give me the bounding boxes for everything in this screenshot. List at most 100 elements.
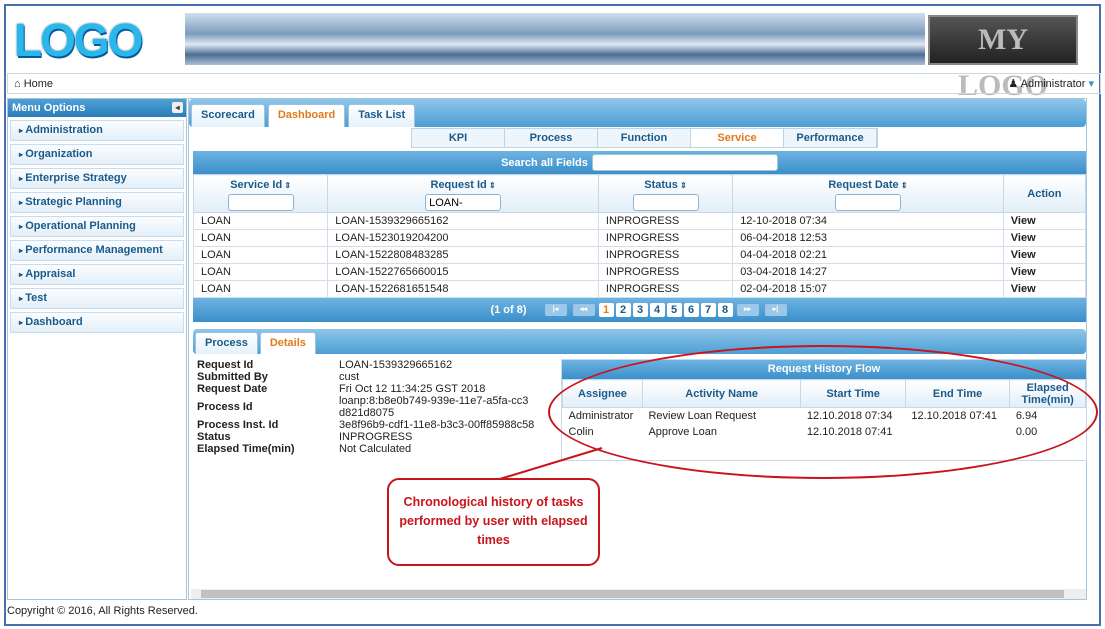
- table-row[interactable]: LOAN LOAN-1539329665162 INPROGRESS 12-10-20…: [192, 212, 1087, 230]
- sort-icon[interactable]: ⇕: [487, 181, 496, 190]
- sidebar-item-label: Administration: [25, 124, 103, 136]
- view-link[interactable]: View: [1002, 263, 1087, 281]
- filter-input-service_id[interactable]: [227, 194, 294, 211]
- column-label: Service Id: [230, 179, 283, 191]
- subtab-process[interactable]: Process: [505, 129, 598, 147]
- filter-input-status[interactable]: [632, 194, 699, 211]
- subtab-performance[interactable]: Performance: [784, 129, 877, 147]
- filter-input-request_date[interactable]: [834, 194, 901, 211]
- column-header-status[interactable]: Status ⇕: [597, 174, 734, 213]
- subtab-kpi[interactable]: KPI: [412, 129, 505, 147]
- page-button-4[interactable]: 4: [649, 303, 665, 317]
- sidebar-item-label: Enterprise Strategy: [25, 172, 127, 184]
- page-button-8[interactable]: 8: [717, 303, 733, 317]
- table-cell: LOAN: [192, 212, 329, 230]
- sidebar-item-label: Performance Management: [25, 244, 163, 256]
- table-cell: LOAN-1522681651548: [327, 280, 599, 298]
- table-cell: LOAN-1523019204200: [327, 229, 599, 247]
- next-page-button[interactable]: ▸▸: [736, 304, 759, 316]
- page-button-3[interactable]: 3: [632, 303, 648, 317]
- table-cell: INPROGRESS: [597, 280, 734, 298]
- table-cell: LOAN: [192, 280, 329, 298]
- sidebar-item-label: Organization: [25, 148, 93, 160]
- detail-value: LOAN-1539329665162: [339, 359, 453, 371]
- last-page-button[interactable]: ▸|: [764, 304, 787, 316]
- column-label: Action: [1027, 187, 1062, 200]
- request-grid: Search all Fields Service Id ⇕ Request Id…: [192, 151, 1087, 322]
- page-button-6[interactable]: 6: [683, 303, 699, 317]
- annotation-callout: Chronological history of tasks performed…: [387, 478, 600, 566]
- page-button-5[interactable]: 5: [666, 303, 682, 317]
- view-link[interactable]: View: [1002, 212, 1087, 230]
- tab-details[interactable]: Details: [259, 332, 316, 354]
- table-cell: 04-04-2018 02:21: [732, 246, 1004, 264]
- sidebar-item-appraisal[interactable]: ▸ Appraisal: [10, 264, 184, 285]
- column-header-action[interactable]: Action: [1002, 174, 1087, 213]
- sidebar-item-performance-management[interactable]: ▸ Performance Management: [10, 240, 184, 261]
- table-cell: INPROGRESS: [597, 263, 734, 281]
- page-button-2[interactable]: 2: [615, 303, 631, 317]
- table-cell: LOAN: [192, 263, 329, 281]
- tab-process[interactable]: Process: [195, 332, 258, 354]
- tab-dashboard[interactable]: Dashboard: [267, 104, 346, 127]
- user-icon: ♟: [1008, 78, 1021, 90]
- table-row[interactable]: LOAN LOAN-1522765660015 INPROGRESS 03-04-20…: [192, 263, 1087, 281]
- detail-tabs: Process Details: [193, 329, 1086, 354]
- main-panel: Scorecard Dashboard Task List KPI Process Fu…: [188, 98, 1087, 600]
- sidebar-item-label: Dashboard: [25, 316, 83, 328]
- first-page-button[interactable]: |◂: [544, 304, 567, 316]
- view-link[interactable]: View: [1002, 246, 1087, 264]
- view-link[interactable]: View: [1002, 229, 1087, 247]
- column-label: Request Date: [828, 179, 899, 191]
- sidebar-item-enterprise-strategy[interactable]: ▸ Enterprise Strategy: [10, 168, 184, 189]
- paginator: (1 of 8) |◂ ◂◂ 12345678 ▸▸ ▸|: [193, 298, 1086, 322]
- detail-row: Request Date Fri Oct 12 11:34:25 GST 2018: [197, 383, 547, 395]
- view-link[interactable]: View: [1002, 280, 1087, 298]
- sort-icon[interactable]: ⇕: [678, 181, 687, 190]
- collapse-icon[interactable]: ◂: [172, 102, 183, 113]
- page-button-7[interactable]: 7: [700, 303, 716, 317]
- table-cell: LOAN-1522808483285: [327, 246, 599, 264]
- table-cell: LOAN-1539329665162: [327, 212, 599, 230]
- table-cell: INPROGRESS: [597, 212, 734, 230]
- sidebar-item-label: Operational Planning: [25, 220, 136, 232]
- table-cell: 03-04-2018 14:27: [732, 263, 1004, 281]
- sidebar-item-organization[interactable]: ▸ Organization: [10, 144, 184, 165]
- prev-page-button[interactable]: ◂◂: [572, 304, 595, 316]
- detail-value: cust: [339, 371, 360, 383]
- page-button-1[interactable]: 1: [598, 303, 614, 317]
- column-header-request-id[interactable]: Request Id ⇕: [327, 174, 599, 213]
- sort-icon[interactable]: ⇕: [899, 181, 908, 190]
- page-summary: (1 of 8): [490, 304, 527, 316]
- header-banner-image: [185, 13, 925, 65]
- horizontal-scrollbar[interactable]: [191, 589, 1086, 599]
- tab-task-list[interactable]: Task List: [348, 104, 416, 127]
- tab-scorecard[interactable]: Scorecard: [191, 104, 265, 127]
- sort-icon[interactable]: ⇕: [282, 181, 291, 190]
- user-menu[interactable]: ♟ Administrator ▾: [1008, 77, 1094, 90]
- annotation-ellipse: [548, 345, 1098, 479]
- detail-label: Process Inst. Id: [197, 419, 279, 431]
- table-row[interactable]: LOAN LOAN-1522681651548 INPROGRESS 02-04-20…: [192, 280, 1087, 298]
- filter-input-request_id[interactable]: [425, 194, 502, 211]
- search-all-input[interactable]: [591, 154, 778, 171]
- sidebar-item-label: Appraisal: [25, 268, 76, 280]
- sidebar-item-strategic-planning[interactable]: ▸ Strategic Planning: [10, 192, 184, 213]
- subtab-function[interactable]: Function: [598, 129, 691, 147]
- home-link[interactable]: ⌂ Home: [14, 78, 53, 90]
- table-row[interactable]: LOAN LOAN-1523019204200 INPROGRESS 06-04-20…: [192, 229, 1087, 247]
- detail-value: loanp:8:b8e0b749-939e-11e7-a5fa-cc3d821d…: [339, 395, 529, 419]
- sidebar-item-operational-planning[interactable]: ▸ Operational Planning: [10, 216, 184, 237]
- detail-label: Process Id: [197, 401, 253, 413]
- table-row[interactable]: LOAN LOAN-1522808483285 INPROGRESS 04-04-20…: [192, 246, 1087, 264]
- sidebar-item-administration[interactable]: ▸ Administration: [10, 120, 184, 141]
- subtab-service[interactable]: Service: [691, 129, 784, 147]
- search-label: Search all Fields: [501, 156, 588, 169]
- column-header-request-date[interactable]: Request Date ⇕: [732, 174, 1004, 213]
- main-tabs: Scorecard Dashboard Task List: [189, 99, 1086, 127]
- table-cell: LOAN: [192, 229, 329, 247]
- sidebar-item-test[interactable]: ▸ Test: [10, 288, 184, 309]
- column-header-service-id[interactable]: Service Id ⇕: [192, 174, 329, 213]
- sidebar-item-dashboard[interactable]: ▸ Dashboard: [10, 312, 184, 333]
- right-logo: MY LOGO: [928, 15, 1078, 102]
